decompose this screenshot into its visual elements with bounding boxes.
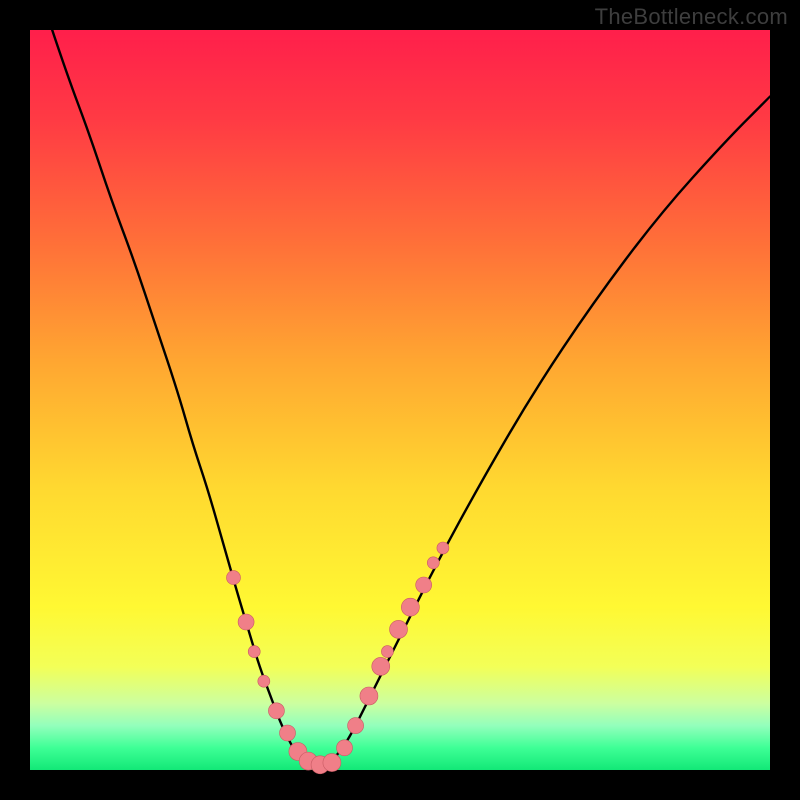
chart-plot-area [30,30,770,770]
data-marker [360,687,378,705]
data-marker [268,703,284,719]
chart-svg [30,30,770,770]
data-marker [323,754,341,772]
data-marker [227,571,241,585]
data-marker [348,718,364,734]
data-marker [427,557,439,569]
data-marker [416,577,432,593]
data-marker [337,740,353,756]
data-marker [258,675,270,687]
data-marker [437,542,449,554]
data-marker [280,725,296,741]
data-marker [401,598,419,616]
chart-frame: TheBottleneck.com [0,0,800,800]
data-marker [390,620,408,638]
data-marker [238,614,254,630]
data-marker [381,646,393,658]
bottleneck-curve [52,30,770,766]
data-marker [248,646,260,658]
data-marker [372,657,390,675]
watermark-label: TheBottleneck.com [595,4,788,30]
